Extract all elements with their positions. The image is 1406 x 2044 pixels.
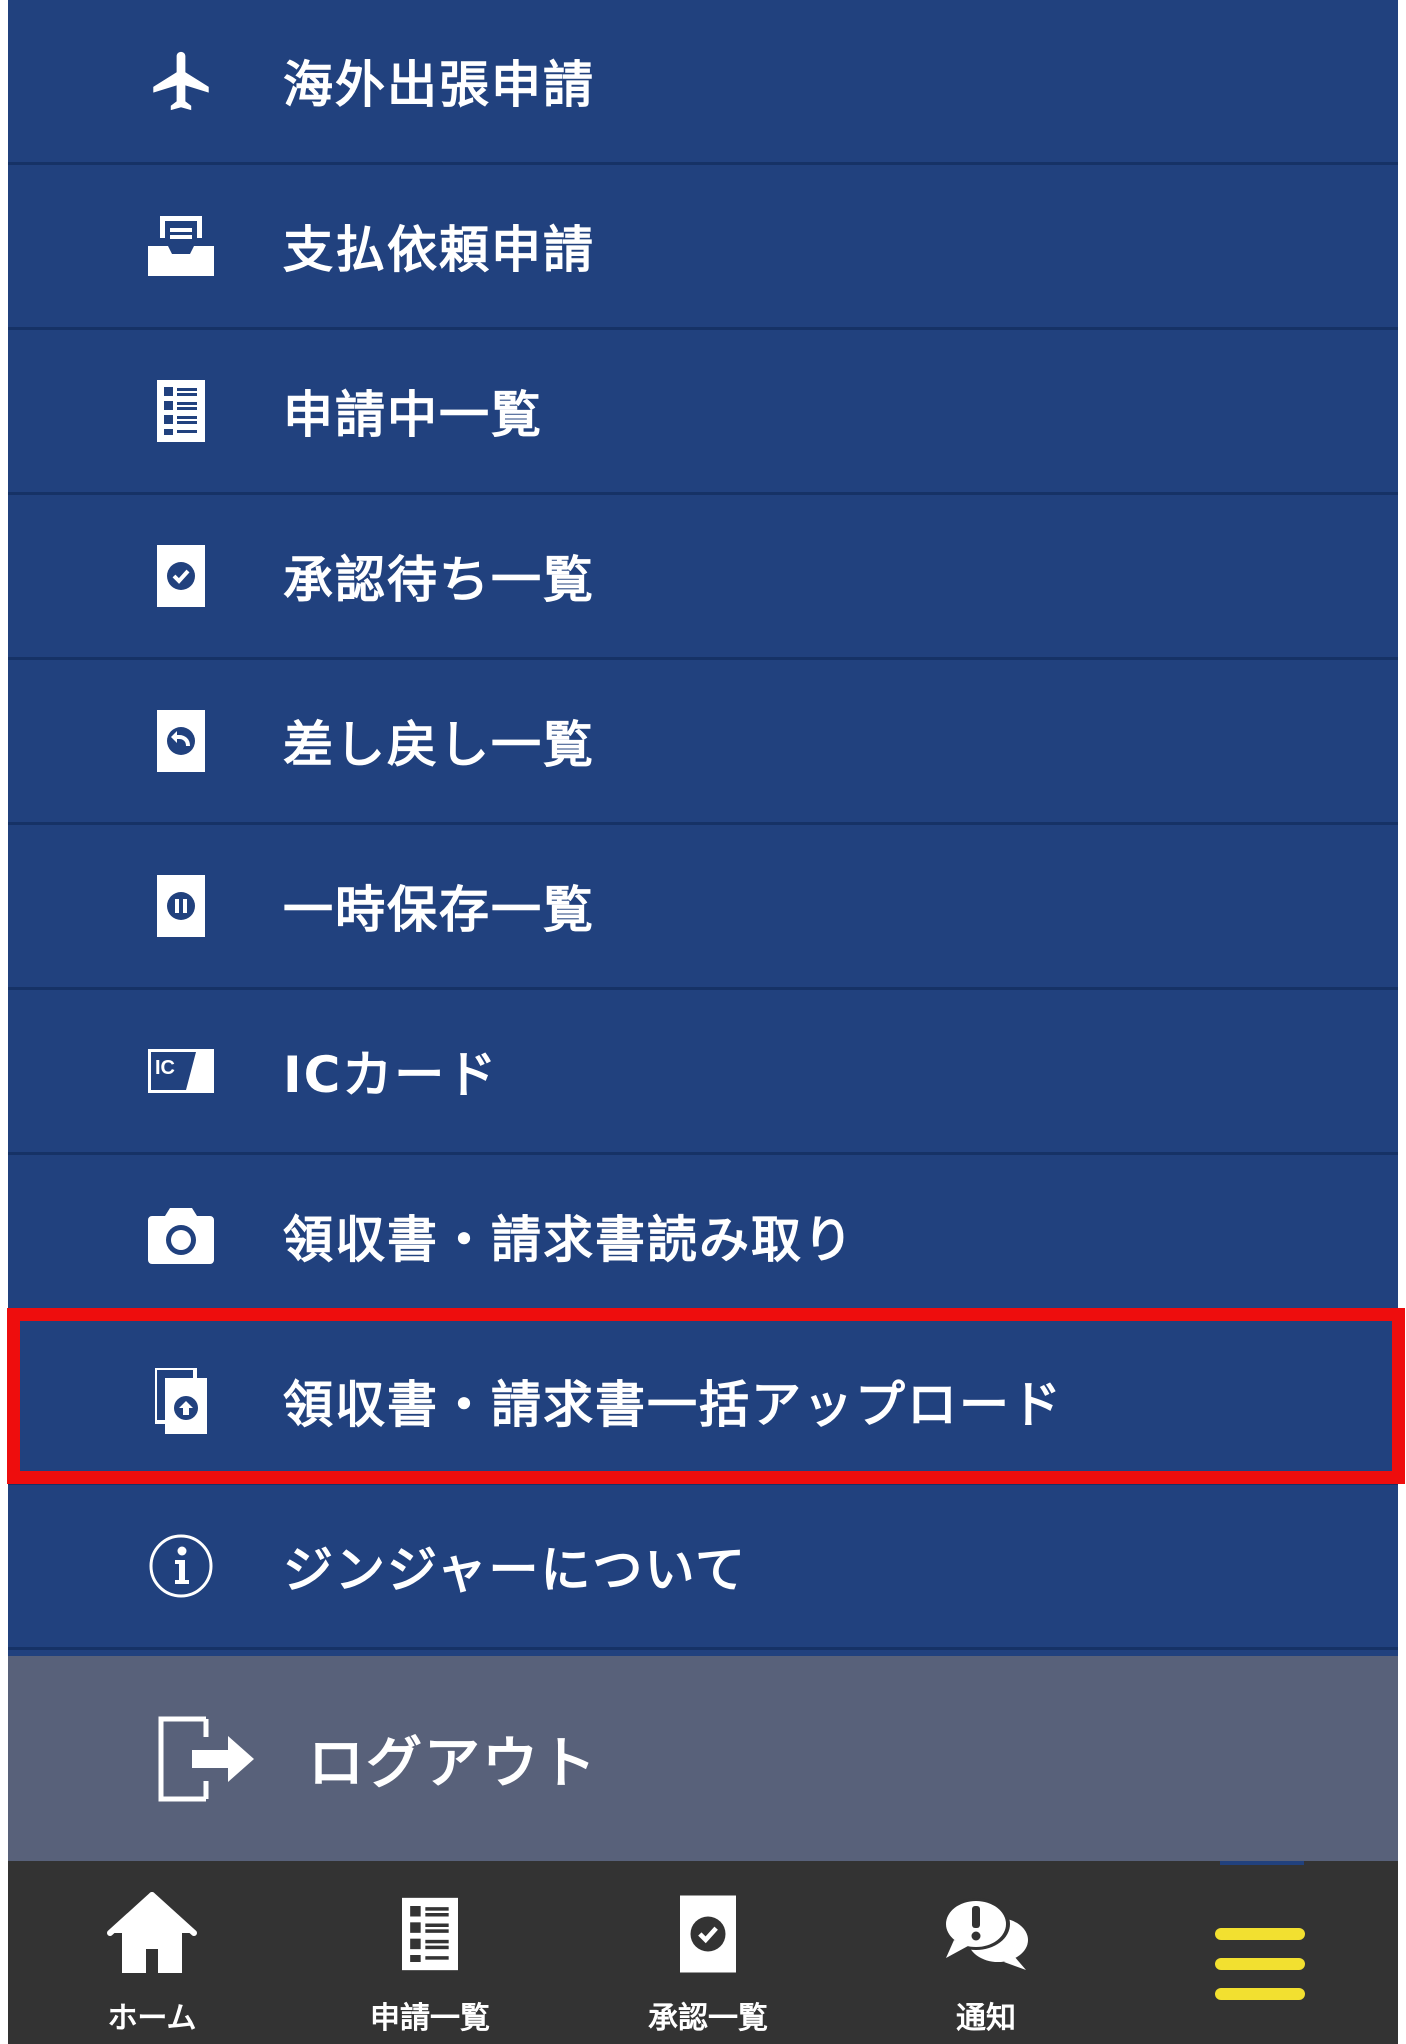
hamburger-menu-icon [1210,1919,1310,2009]
tab-label: 承認一覧 [648,2001,768,2036]
menu-item-label: 支払依頼申請 [283,221,595,279]
inbox-tray-icon [133,198,229,294]
menu-item-label: ジンジャーについて [283,1541,747,1599]
logout-label: ログアウト [308,1731,598,1796]
document-check-icon [133,528,229,624]
menu-item-payment-request[interactable]: 支払依頼申請 [8,165,1398,330]
tab-menu[interactable] [1160,1861,1360,2044]
document-return-icon [133,693,229,789]
tab-home[interactable]: ホーム [52,1861,252,2044]
ic-card-icon-text: IC [155,1057,175,1079]
tab-label: ホーム [107,2001,197,2036]
camera-icon [133,1188,229,1284]
menu-item-label: 一時保存一覧 [283,881,595,939]
menu-item-label: 海外出張申請 [283,56,595,114]
menu-item-label: 申請中一覧 [283,386,543,444]
home-icon [102,1889,202,1979]
menu-item-bulk-upload[interactable]: 領収書・請求書一括アップロード [8,1320,1398,1485]
menu-item-label: 領収書・請求書読み取り [283,1211,855,1269]
menu-item-receipt-scan[interactable]: 領収書・請求書読み取り [8,1155,1398,1320]
document-list-icon [133,363,229,459]
document-check-icon [658,1889,758,1979]
ic-card-icon: IC [133,1023,229,1119]
tab-approval-list[interactable]: 承認一覧 [608,1861,808,2044]
side-menu-screen: 海外出張申請 支払依頼申請 申請中一覧 承認待ち一覧 差し戻し一覧 一時保存一覧… [7,0,1405,2044]
menu-item-draft-list[interactable]: 一時保存一覧 [8,825,1398,990]
info-icon [133,1518,229,1614]
menu-item-label: 領収書・請求書一括アップロード [283,1376,1063,1434]
menu-item-label: 承認待ち一覧 [283,551,595,609]
bottom-tab-bar: ホーム 申請一覧 承認一覧 通知 [8,1861,1398,2044]
tab-notifications[interactable]: 通知 [886,1861,1086,2044]
tab-label: 通知 [956,2001,1016,2036]
document-list-icon [380,1889,480,1979]
chat-alert-icon [936,1889,1036,1979]
logout-icon [153,1704,263,1814]
menu-item-awaiting-approval[interactable]: 承認待ち一覧 [8,495,1398,660]
airplane-icon [133,33,229,129]
tab-label: 申請一覧 [370,2001,490,2036]
menu-item-label: ICカード [283,1046,499,1104]
menu-item-returned-list[interactable]: 差し戻し一覧 [8,660,1398,825]
menu-item-about[interactable]: ジンジャーについて [8,1485,1398,1650]
logout-button[interactable]: ログアウト [8,1656,1398,1861]
document-pause-icon [133,858,229,954]
document-upload-icon [133,1353,229,1449]
menu-item-pending-list[interactable]: 申請中一覧 [8,330,1398,495]
menu-item-label: 差し戻し一覧 [283,716,595,774]
menu-item-ic-card[interactable]: IC ICカード [8,990,1398,1155]
tab-application-list[interactable]: 申請一覧 [330,1861,530,2044]
menu-item-overseas-trip[interactable]: 海外出張申請 [8,0,1398,165]
